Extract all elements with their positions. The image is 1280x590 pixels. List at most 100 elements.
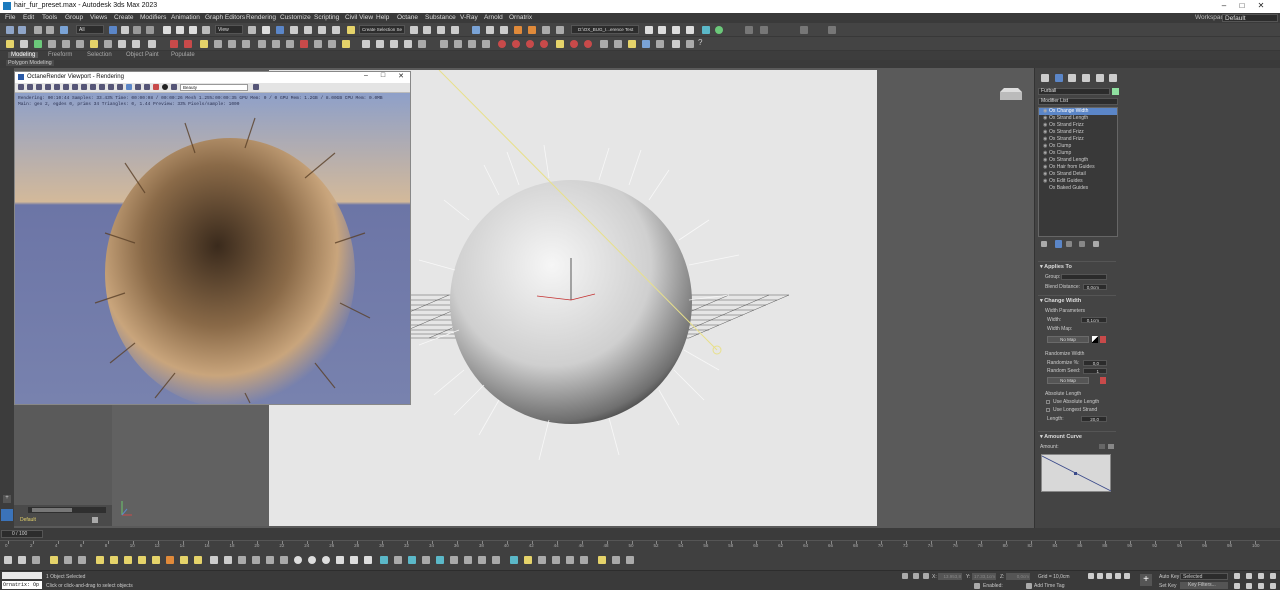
modifier-item[interactable]: ◉ Ox Clump	[1039, 150, 1117, 157]
randomize-pct-field[interactable]: 0,0	[1083, 360, 1107, 366]
tool-c-icon[interactable]	[628, 40, 636, 48]
applies-to-rollout[interactable]: ▾ Applies To	[1040, 264, 1072, 270]
modifier-item[interactable]: ◉ Ox Hair from Guides	[1039, 164, 1117, 171]
change-width-rollout[interactable]: ▾ Change Width	[1040, 298, 1081, 304]
maximize-icon[interactable]: □	[1236, 1, 1248, 12]
bottom-tool-41-icon[interactable]	[580, 556, 588, 564]
ornatrix-icon[interactable]	[702, 26, 710, 34]
help-icon[interactable]: ?	[698, 38, 702, 47]
angle-snap-icon[interactable]	[304, 26, 312, 34]
pivot-snap-icon[interactable]	[800, 26, 808, 34]
move-icon[interactable]	[163, 26, 171, 34]
isolate-icon[interactable]	[902, 573, 908, 579]
octane-minimize-icon[interactable]: –	[360, 72, 372, 83]
bottom-tool-13-icon[interactable]	[180, 556, 188, 564]
track-bar[interactable]: 0 2 4 6 8 10 12 14 16 18 20 22 24 26 28 30 32 34 36 38 40 42 4…	[0, 540, 1280, 552]
percent-snap-icon[interactable]	[318, 26, 326, 34]
octane-viewport-window[interactable]: OctaneRender Viewport - Rendering – □ ✕ …	[14, 71, 411, 405]
menu-octane[interactable]: Octane	[397, 14, 418, 21]
width-map-button[interactable]: No Map	[1047, 336, 1089, 343]
play-icon[interactable]	[1106, 573, 1112, 579]
menu-customize[interactable]: Customize	[280, 14, 311, 21]
bottom-tool-19-icon[interactable]	[266, 556, 274, 564]
oct-focus-icon[interactable]	[126, 84, 132, 90]
snap-toggle-icon[interactable]	[745, 26, 753, 34]
display-tab-icon[interactable]	[1096, 74, 1104, 82]
octane-material-icon[interactable]	[48, 40, 56, 48]
vray-plane-icon[interactable]	[258, 40, 266, 48]
map-clear-icon[interactable]	[1100, 336, 1106, 343]
octane-proxy-icon[interactable]	[104, 40, 112, 48]
prev-frame-icon[interactable]	[1097, 573, 1103, 579]
maximize-viewport-icon[interactable]	[1270, 583, 1276, 589]
tool-a-icon[interactable]	[600, 40, 608, 48]
menu-ornatrix[interactable]: Ornatrix	[509, 14, 532, 21]
select-object-icon[interactable]	[109, 26, 117, 34]
bottom-tool-15-icon[interactable]	[210, 556, 218, 564]
use-longest-checkbox[interactable]	[1046, 408, 1050, 412]
select-by-name-icon[interactable]	[121, 26, 129, 34]
menu-vray[interactable]: V-Ray	[460, 14, 478, 21]
oct-play-icon[interactable]	[45, 84, 51, 90]
map-toggle-icon[interactable]	[1092, 336, 1098, 343]
bottom-tool-44-icon[interactable]	[626, 556, 634, 564]
ox-groom-icon[interactable]	[482, 40, 490, 48]
pivot-icon[interactable]	[248, 26, 256, 34]
bottom-tool-42-icon[interactable]	[598, 556, 606, 564]
next-frame-icon[interactable]	[1115, 573, 1121, 579]
vray-frame-buffer-icon[interactable]	[214, 40, 222, 48]
zoom-extents-icon[interactable]	[1258, 573, 1264, 579]
make-unique-icon[interactable]	[1066, 241, 1072, 247]
view-cube[interactable]	[996, 86, 1026, 104]
bottom-tool-34-icon[interactable]	[478, 556, 486, 564]
menu-file[interactable]: File	[5, 14, 15, 21]
oct-pass-options-icon[interactable]	[253, 84, 259, 90]
vray-mesh-icon[interactable]	[286, 40, 294, 48]
oct-region-icon[interactable]	[63, 84, 69, 90]
bottom-tool-24-icon[interactable]	[336, 556, 344, 564]
coord-x-field[interactable]: 13.953,8	[938, 573, 962, 580]
bottom-tool-11-icon[interactable]	[152, 556, 160, 564]
menu-edit[interactable]: Edit	[23, 14, 34, 21]
open-project-icon[interactable]	[658, 26, 666, 34]
octane-pass-dropdown[interactable]: Beauty	[180, 84, 248, 91]
octane-camera-icon[interactable]	[76, 40, 84, 48]
blend-distance-field[interactable]: 0,0cm	[1083, 284, 1107, 290]
rendered-frame-icon[interactable]	[528, 26, 536, 34]
selection-lock-icon[interactable]	[913, 573, 919, 579]
red-sphere-1-icon[interactable]	[498, 40, 506, 48]
render-icon[interactable]	[542, 26, 550, 34]
vray-proxy-icon[interactable]	[228, 40, 236, 48]
menu-rendering[interactable]: Rendering	[246, 14, 276, 21]
save-project-icon[interactable]	[672, 26, 680, 34]
curve-expand-icon[interactable]	[1108, 444, 1114, 449]
bottom-tool-28-icon[interactable]	[394, 556, 402, 564]
bottom-tool-40-icon[interactable]	[566, 556, 574, 564]
bottom-tool-29-icon[interactable]	[408, 556, 416, 564]
bottom-tool-20-icon[interactable]	[280, 556, 288, 564]
modify-tab-icon[interactable]	[1055, 74, 1063, 82]
add-time-tag[interactable]: Add Time Tag	[1034, 583, 1064, 589]
tool-e-icon[interactable]	[656, 40, 664, 48]
length-field[interactable]: 20,0	[1081, 416, 1107, 422]
remove-modifier-icon[interactable]	[1079, 241, 1085, 247]
menu-arnold[interactable]: Arnold	[484, 14, 503, 21]
workspace-dropdown[interactable]: Default	[1222, 14, 1278, 22]
oct-subsample-icon[interactable]	[108, 84, 114, 90]
oct-sphere-icon[interactable]	[162, 84, 168, 90]
render-iterative-icon[interactable]	[556, 26, 564, 34]
key-filters-button[interactable]: Key Filters...	[1180, 582, 1228, 589]
project-settings-icon[interactable]	[686, 26, 694, 34]
ribbon-sub-label[interactable]: Polygon Modeling	[6, 60, 54, 66]
bottom-tool-35-icon[interactable]	[492, 556, 500, 564]
octane-light-icon[interactable]	[62, 40, 70, 48]
go-start-icon[interactable]	[1088, 573, 1094, 579]
zoom-extents-all-icon[interactable]	[1270, 573, 1276, 579]
time-tag-icon[interactable]	[1026, 583, 1032, 589]
link-icon[interactable]	[34, 26, 42, 34]
vray-sphere-icon[interactable]	[242, 40, 250, 48]
reference-coord-dropdown[interactable]: View	[215, 25, 243, 34]
bottom-tool-36-icon[interactable]	[510, 556, 518, 564]
bottom-tool-22-icon[interactable]	[308, 556, 316, 564]
bottom-tool-31-icon[interactable]	[436, 556, 444, 564]
